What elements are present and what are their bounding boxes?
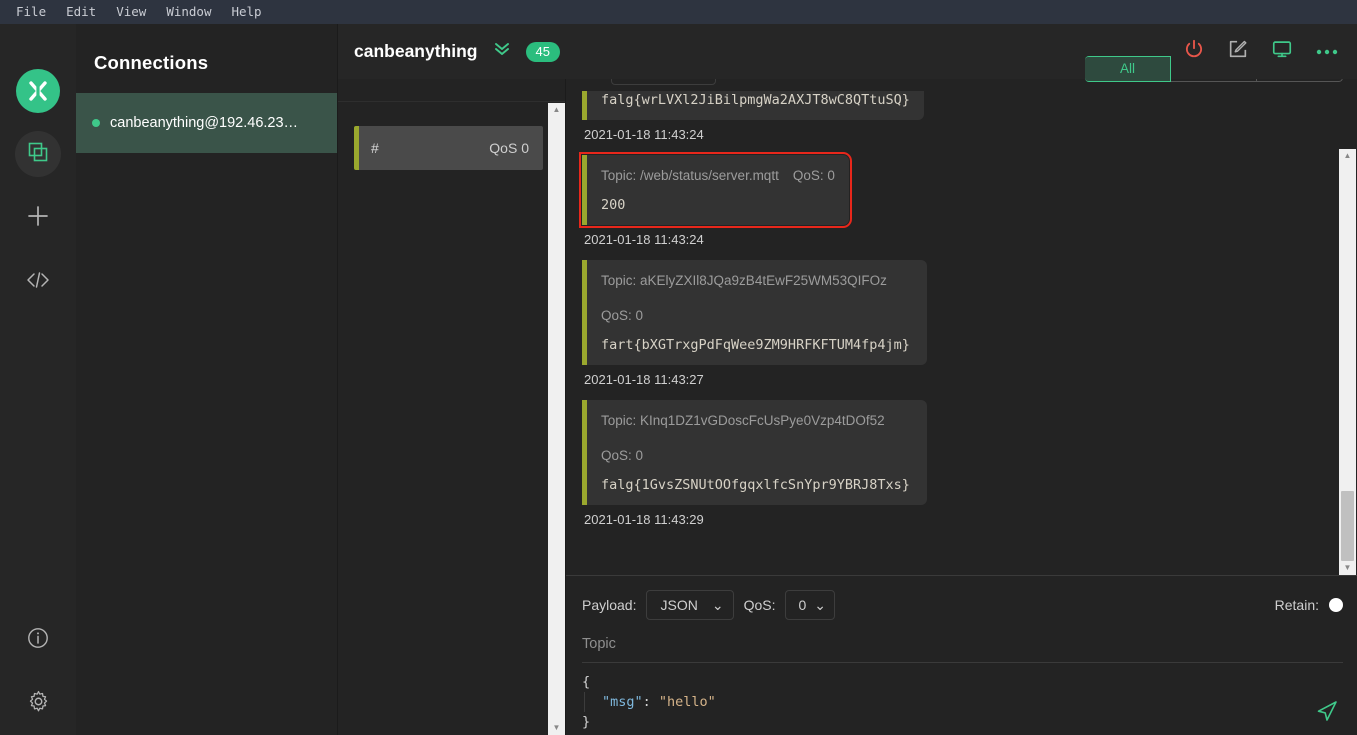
editor-line-1: { [582,672,1343,692]
message-header: Topic: aKElyZXIl8JQa9zB4tEwF25WM53QIFOz … [601,270,913,326]
app-shell: Connections canbeanything@192.46.23… + N… [0,24,1357,735]
edit-icon[interactable] [1227,38,1249,65]
sidebar-item-scripts[interactable] [15,259,61,305]
publish-payload-format-select[interactable]: JSON ⌄ [646,590,733,620]
message-payload: fart{bXGTrxgPdFqWee9ZM9HRFKFTUM4fp4jm} [601,337,913,353]
sidebar-item-settings[interactable] [15,681,61,727]
editor-json-key: "msg" [602,694,643,710]
message-topic: Topic: /web/status/server.mqtt [601,165,779,186]
message-timestamp: 2021-01-18 11:43:24 [584,127,1327,142]
main-panel: ? Plaintext ⌄ All Received Published fal… [566,24,1357,735]
editor-line-2: "msg": "hello" [584,692,1343,712]
menu-item-window[interactable]: Window [158,3,219,21]
monitor-icon[interactable] [1271,38,1293,65]
sidebar-item-about[interactable] [15,617,61,663]
connections-list: canbeanything@192.46.23… [76,93,337,153]
chevron-down-icon: ⌄ [814,597,826,614]
subscription-qos: QoS 0 [489,140,529,156]
scroll-down-arrow-icon[interactable]: ▼ [1344,561,1352,575]
message-header: Topic: KInq1DZ1vGDoscFcUsPye0Vzp4tDOf52 … [601,410,913,466]
code-icon [26,271,50,294]
payload-label: Payload: [582,597,636,613]
message-header: Topic: /web/status/server.mqtt QoS: 0 [601,165,835,186]
power-icon[interactable] [1183,38,1205,65]
retain-control[interactable]: Retain: [1275,597,1343,613]
logo-glyph-icon [25,78,51,104]
scroll-up-arrow-icon[interactable]: ▲ [1344,149,1352,163]
message-bubble[interactable]: Topic: /web/status/server.mqtt QoS: 0 20… [582,155,849,225]
subscriptions-list: # QoS 0 [338,102,565,735]
retain-toggle[interactable] [1329,598,1343,612]
message-qos: QoS: 0 [601,305,643,326]
sidebar-item-new[interactable] [15,195,61,241]
message-qos: QoS: 0 [793,165,835,186]
publish-options-row: Payload: JSON ⌄ QoS: 0 ⌄ Retain: [582,590,1343,620]
subscription-topic: # [371,140,379,156]
publish-qos-value: 0 [798,597,806,613]
publish-topic-input[interactable]: Topic [582,636,1343,663]
subscriptions-scrollbar[interactable]: ▲ ▼ [548,103,565,735]
publish-payload-format-value: JSON [660,597,697,613]
scroll-up-arrow-icon[interactable]: ▲ [553,103,561,117]
connections-panel: Connections canbeanything@192.46.23… [76,24,338,735]
message-item: Topic: aKElyZXIl8JQa9zB4tEwF25WM53QIFOz … [582,260,1327,387]
message-timestamp: 2021-01-18 11:43:29 [584,512,1327,527]
message-payload: falg{1GvsZSNUtOOfgqxlfcSnYpr9YBRJ8Txs} [601,477,913,493]
message-bubble[interactable]: Topic: KInq1DZ1vGDoscFcUsPye0Vzp4tDOf52 … [582,400,927,505]
message-bubble[interactable]: falg{wrLVXl2JiBilpmgWa2AXJT8wC8QTtuSQ} [582,91,924,120]
connections-title: Connections [76,24,337,74]
more-options-icon[interactable] [1315,43,1339,61]
chevron-down-icon: ⌄ [712,597,724,614]
message-timestamp: 2021-01-18 11:43:27 [584,372,1327,387]
chevron-double-down-icon[interactable] [492,41,512,62]
menu-item-help[interactable]: Help [223,3,269,21]
send-button[interactable] [1313,697,1341,725]
editor-json-value: "hello" [659,694,716,710]
message-item: Topic: /web/status/server.mqtt QoS: 0 20… [582,155,1327,247]
message-item: falg{wrLVXl2JiBilpmgWa2AXJT8wC8QTtuSQ} 2… [582,91,1327,142]
messages-scrollbar[interactable]: ▲ ▼ [1339,149,1356,575]
subscriptions-panel: + New Subscription # QoS 0 ▲ ▼ [338,24,566,735]
editor-json-colon: : [643,694,659,710]
connections-icon [28,142,48,167]
menu-item-edit[interactable]: Edit [58,3,104,21]
retain-label: Retain: [1275,597,1319,613]
scroll-down-arrow-icon[interactable]: ▼ [553,721,561,735]
messages-list[interactable]: falg{wrLVXl2JiBilpmgWa2AXJT8wC8QTtuSQ} 2… [566,91,1357,575]
connection-list-item[interactable]: canbeanything@192.46.23… [76,93,337,153]
message-bubble[interactable]: Topic: aKElyZXIl8JQa9zB4tEwF25WM53QIFOz … [582,260,927,365]
info-icon [27,627,49,654]
send-paper-plane-icon [1315,699,1339,723]
publish-panel: Payload: JSON ⌄ QoS: 0 ⌄ Retain: Topic { [566,575,1357,735]
sidebar-item-connections[interactable] [15,131,61,177]
message-qos: QoS: 0 [601,445,643,466]
connection-name: canbeanything@192.46.23… [110,115,298,131]
message-timestamp: 2021-01-18 11:43:24 [584,232,1327,247]
connection-status-dot-icon [92,119,100,127]
message-item: Topic: KInq1DZ1vGDoscFcUsPye0Vzp4tDOf52 … [582,400,1327,527]
menu-item-file[interactable]: File [8,3,54,21]
settings-gear-icon [27,690,50,718]
page-title: canbeanything [354,41,478,62]
menu-item-view[interactable]: View [108,3,154,21]
message-topic: Topic: KInq1DZ1vGDoscFcUsPye0Vzp4tDOf52 [601,410,885,431]
icon-rail [0,24,76,735]
tab-all[interactable]: All [1085,56,1171,82]
subscription-list-item[interactable]: # QoS 0 [354,126,543,170]
message-payload: 200 [601,197,835,213]
message-payload: falg{wrLVXl2JiBilpmgWa2AXJT8wC8QTtuSQ} [601,92,910,108]
menu-bar: File Edit View Window Help [0,0,1357,24]
plus-icon [27,205,49,232]
editor-line-3: } [582,712,1343,732]
message-count-badge: 45 [526,42,560,62]
publish-payload-editor[interactable]: { "msg": "hello" } [582,672,1343,732]
connection-header: canbeanything 45 [338,24,1357,79]
publish-qos-select[interactable]: 0 ⌄ [785,590,835,620]
app-logo [16,69,60,113]
scrollbar-thumb[interactable] [1341,491,1354,561]
message-topic: Topic: aKElyZXIl8JQa9zB4tEwF25WM53QIFOz [601,270,887,291]
qos-label: QoS: [744,597,776,613]
